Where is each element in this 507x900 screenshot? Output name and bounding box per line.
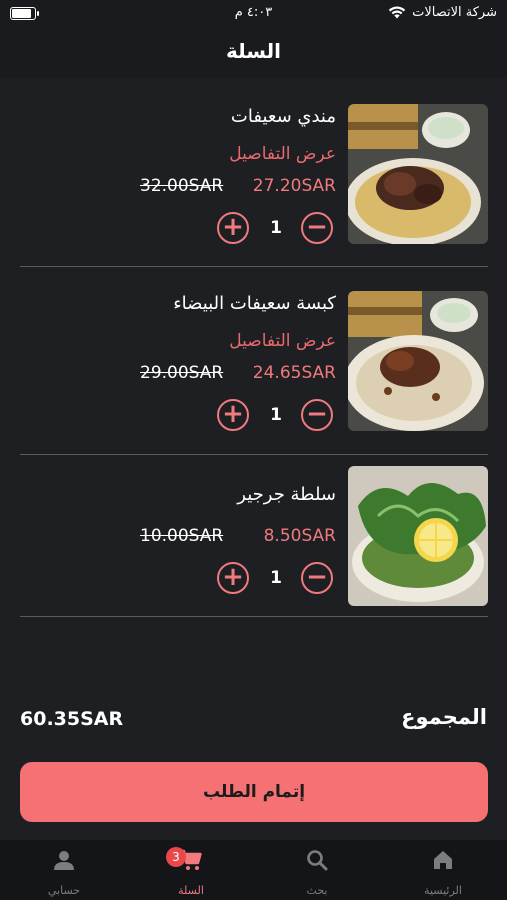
- kabsa-chicken-rice-image[interactable]: [348, 291, 488, 431]
- arugula-salad-image[interactable]: [348, 466, 488, 606]
- divider: [20, 266, 488, 267]
- cart-item: سلطة جرجير 8.50SAR 10.00SAR − 1 +: [20, 466, 488, 654]
- item-name: مندي سعيفات: [230, 106, 336, 127]
- plus-icon: +: [222, 562, 244, 592]
- view-details-link[interactable]: عرض التفاصيل: [229, 144, 336, 164]
- checkout-button[interactable]: إتمام الطلب: [20, 762, 488, 822]
- plus-icon: +: [222, 212, 244, 242]
- price-discounted: 27.20SAR: [252, 176, 336, 196]
- tab-search[interactable]: بحث: [272, 840, 362, 900]
- view-details-link[interactable]: عرض التفاصيل: [229, 331, 336, 351]
- tab-cart[interactable]: 3 السلة: [146, 840, 236, 900]
- tab-label: بحث: [306, 884, 328, 897]
- cart-item: كبسة سعيفات البيضاء عرض التفاصيل 24.65SA…: [20, 291, 488, 479]
- price-original: 32.00SAR: [140, 176, 224, 196]
- battery-level: [12, 9, 31, 18]
- total-value: 60.35SAR: [20, 708, 124, 730]
- page-title: السلة: [225, 39, 281, 63]
- plus-icon: +: [222, 399, 244, 429]
- mandi-chicken-rice-image[interactable]: [348, 104, 488, 244]
- item-name: كبسة سعيفات البيضاء: [173, 293, 336, 314]
- price-original: 29.00SAR: [140, 363, 224, 383]
- price-original: 10.00SAR: [140, 526, 224, 546]
- tab-bar: الرئيسية بحث 3 السلة حسابي: [0, 840, 507, 900]
- minus-icon: −: [306, 399, 328, 429]
- decrease-quantity-button[interactable]: −: [301, 212, 333, 244]
- quantity-value: 1: [270, 218, 282, 238]
- status-bar: شركة الاتصالات ٤:٠٣ م: [0, 0, 507, 28]
- minus-icon: −: [306, 562, 328, 592]
- divider: [20, 616, 488, 617]
- minus-icon: −: [306, 212, 328, 242]
- increase-quantity-button[interactable]: +: [217, 399, 249, 431]
- cart-count-badge: 3: [166, 847, 186, 867]
- increase-quantity-button[interactable]: +: [217, 562, 249, 594]
- tab-label: السلة: [178, 884, 204, 897]
- price-discounted: 8.50SAR: [263, 526, 336, 546]
- quantity-value: 1: [270, 405, 282, 425]
- tab-label: حسابي: [47, 884, 81, 897]
- cart-item: مندي سعيفات عرض التفاصيل 27.20SAR 32.00S…: [20, 104, 488, 292]
- search-icon: [307, 850, 328, 871]
- person-icon: [54, 851, 74, 870]
- decrease-quantity-button[interactable]: −: [301, 399, 333, 431]
- item-name: سلطة جرجير: [237, 484, 336, 505]
- tab-account[interactable]: حسابي: [19, 840, 109, 900]
- increase-quantity-button[interactable]: +: [217, 212, 249, 244]
- header: السلة: [0, 28, 507, 78]
- battery-icon: [10, 7, 39, 20]
- quantity-value: 1: [270, 568, 282, 588]
- total-label: المجموع: [401, 705, 487, 729]
- divider: [20, 454, 488, 455]
- price-discounted: 24.65SAR: [252, 363, 336, 383]
- tab-home[interactable]: الرئيسية: [398, 840, 488, 900]
- decrease-quantity-button[interactable]: −: [301, 562, 333, 594]
- tab-label: الرئيسية: [424, 884, 462, 897]
- home-icon: [434, 851, 452, 869]
- status-time: ٤:٠٣ م: [234, 5, 273, 20]
